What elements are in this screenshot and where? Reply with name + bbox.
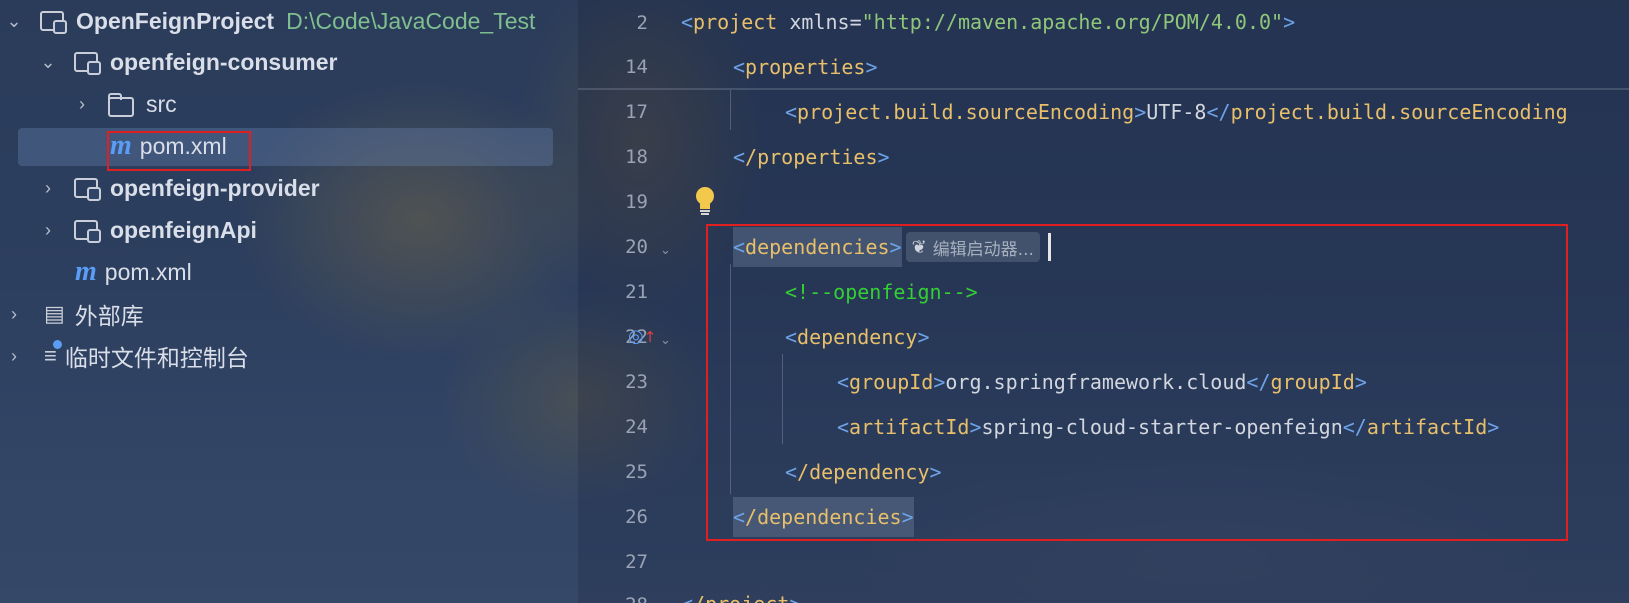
fold-chevron-icon[interactable]: ⌄ xyxy=(660,243,671,258)
chevron-right-icon[interactable]: › xyxy=(38,220,58,241)
tree-item-scratches[interactable]: › ≡ 临时文件和控制台 xyxy=(0,337,578,375)
tree-item-openfeign-provider[interactable]: › openfeign-provider xyxy=(0,169,578,207)
xml-tag: /properties xyxy=(745,145,878,169)
code-line-2: < project xmlns= "http://maven.apache.org/… xyxy=(681,10,1296,34)
status-dot xyxy=(52,340,62,349)
line-number: 23 xyxy=(625,371,648,393)
project-path: D:\Code\JavaCode_Test xyxy=(286,7,536,34)
tree-item-label: 外部库 xyxy=(74,303,144,329)
chevron-down-icon[interactable]: ⌄ xyxy=(4,11,24,32)
tree-item-label: pom.xml xyxy=(104,258,192,285)
tree-item-openfeign-consumer[interactable]: ⌄ openfeign-consumer xyxy=(0,43,578,81)
implemented-marker-icon[interactable]: ◎↑ xyxy=(628,326,656,347)
xml-tag: project.build.sourceEncoding xyxy=(797,100,1135,124)
code-line-18: </properties > xyxy=(733,145,890,169)
chevron-right-icon[interactable]: › xyxy=(72,94,92,115)
module-folder-icon xyxy=(74,220,101,243)
tree-item-label: src xyxy=(146,90,177,117)
tree-item-openfeignapi[interactable]: › openfeignApi xyxy=(0,211,578,249)
tree-item-label: openfeign-consumer xyxy=(110,48,338,75)
lightbulb-icon[interactable] xyxy=(694,186,716,216)
chevron-down-icon[interactable]: ⌄ xyxy=(38,52,58,73)
line-number: 2 xyxy=(636,12,648,34)
code-line-17: < project.build.sourceEncoding > UTF-8 </pro… xyxy=(785,100,1568,124)
line-number: 18 xyxy=(625,146,648,168)
folder-icon xyxy=(108,93,134,117)
xml-tag: project.build.sourceEncoding xyxy=(1230,100,1568,124)
line-number: 26 xyxy=(625,506,648,528)
tree-item-src[interactable]: › src xyxy=(0,85,578,123)
xml-text: UTF-8 xyxy=(1146,100,1207,124)
code-line-28: </project> xyxy=(681,584,801,603)
project-tree-panel: ⌄ OpenFeignProject D:\Code\JavaCode_Test… xyxy=(0,0,578,603)
tree-item-root-pom[interactable]: m pom.xml xyxy=(0,253,578,291)
line-number: 21 xyxy=(625,281,648,303)
maven-file-icon: m xyxy=(75,256,97,287)
xml-attr: xmlns= xyxy=(789,10,862,34)
module-folder-icon xyxy=(74,178,101,201)
line-number: 20 xyxy=(625,236,648,258)
line-number: 28 xyxy=(578,594,648,603)
line-number: 24 xyxy=(625,416,648,438)
line-number: 17 xyxy=(625,101,648,123)
indent-guide xyxy=(730,90,731,130)
selection-highlight xyxy=(18,128,553,166)
chevron-right-icon[interactable]: › xyxy=(4,346,24,367)
line-number: 25 xyxy=(625,461,648,483)
xml-tag: /project xyxy=(693,592,789,603)
xml-tag: properties xyxy=(745,55,866,79)
module-folder-icon xyxy=(40,11,67,34)
project-name: OpenFeignProject xyxy=(76,7,275,34)
line-number: 14 xyxy=(625,56,648,78)
sticky-scroll-divider xyxy=(578,88,1629,90)
module-folder-icon xyxy=(74,52,101,75)
highlight-box-pom xyxy=(107,131,251,171)
tree-item-label: openfeign-provider xyxy=(110,174,320,201)
line-number: 19 xyxy=(625,191,648,213)
xml-string: "http://maven.apache.org/POM/4.0.0" xyxy=(861,10,1284,34)
tree-root-row[interactable]: ⌄ OpenFeignProject D:\Code\JavaCode_Test xyxy=(0,2,578,40)
scratches-console-icon: ≡ xyxy=(44,340,62,369)
tree-item-consumer-pom[interactable]: m pom.xml xyxy=(0,127,578,166)
library-icon: ▤ xyxy=(44,301,65,326)
chevron-right-icon[interactable]: › xyxy=(4,304,24,325)
tree-item-external-libraries[interactable]: › ▤ 外部库 xyxy=(0,295,578,333)
tree-item-label: openfeignApi xyxy=(110,216,257,243)
xml-tag: project xyxy=(693,10,778,34)
arrow-up-icon: ↑ xyxy=(643,328,657,346)
chevron-right-icon[interactable]: › xyxy=(38,178,58,199)
highlight-box-dependencies xyxy=(706,224,1568,541)
line-number: 27 xyxy=(625,551,648,573)
code-line-14: < properties > xyxy=(733,55,878,79)
tree-item-label: 临时文件和控制台 xyxy=(64,345,249,371)
fold-chevron-icon[interactable]: ⌄ xyxy=(660,333,671,348)
